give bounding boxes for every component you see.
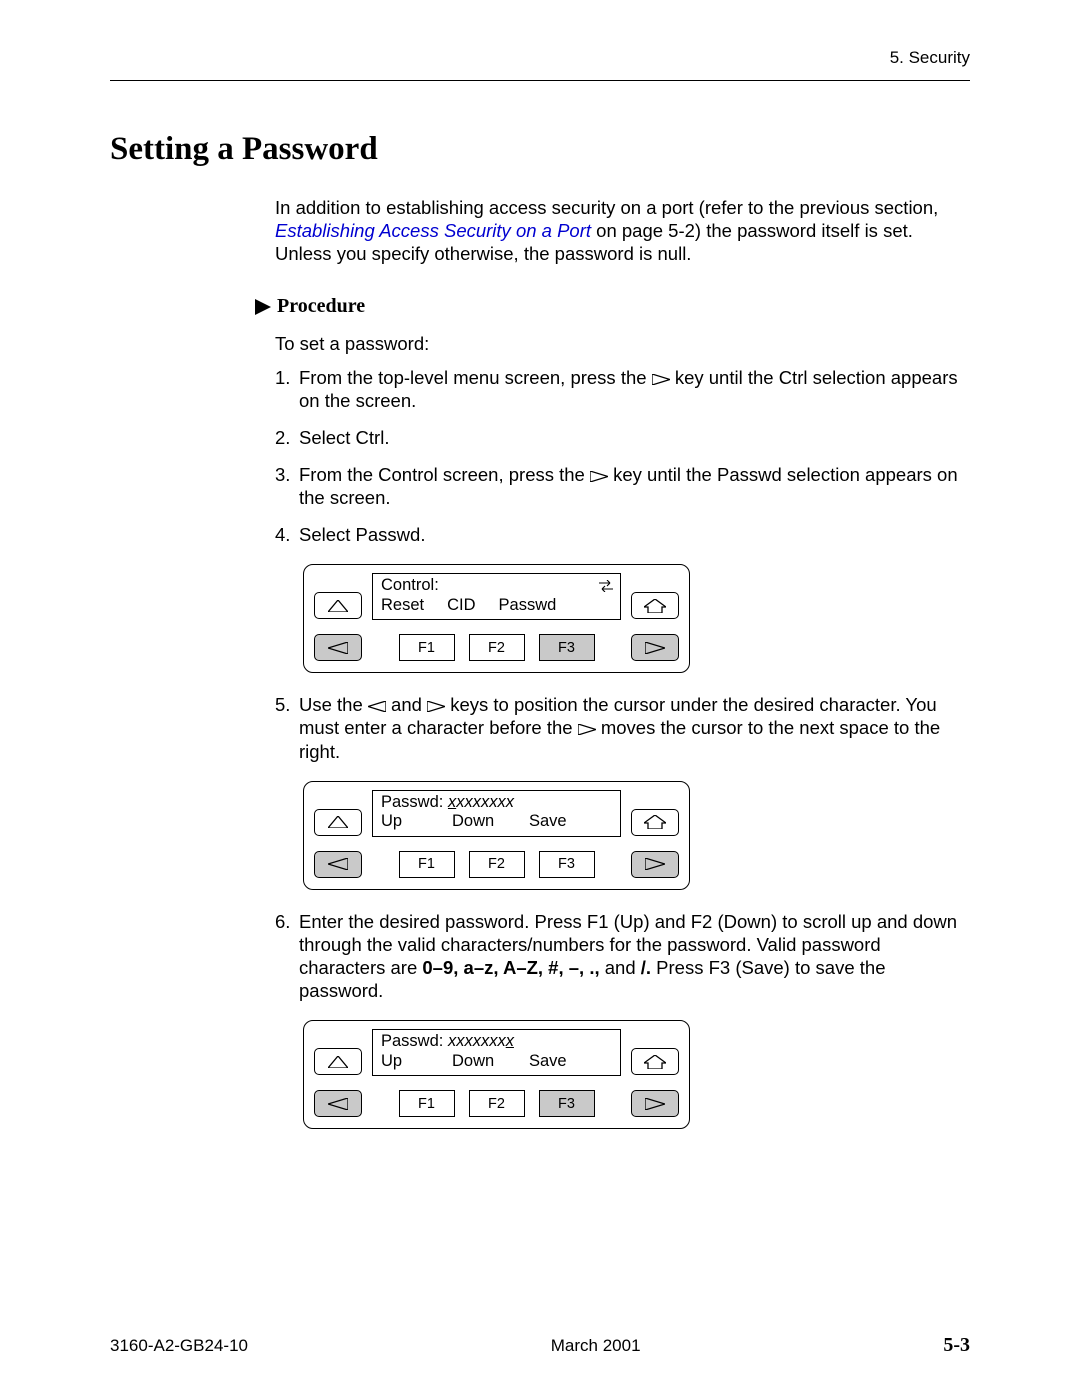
f2-key[interactable]: F2 [469, 634, 525, 661]
home-button[interactable] [631, 1048, 679, 1075]
right-key-icon [652, 374, 670, 385]
f3-key[interactable]: F3 [539, 851, 595, 878]
page-title: Setting a Password [110, 131, 970, 168]
page: 5. Security Setting a Password In additi… [0, 0, 1080, 1397]
triangle-right-icon [255, 299, 271, 315]
footer-page: 5-3 [943, 1334, 970, 1357]
step-4: Select Passwd. [275, 523, 970, 546]
steps-list-cont: Use the and keys to position the cursor … [275, 693, 970, 762]
lcd-screen: Passwd: xxxxxxxx Up Down Save [372, 1029, 621, 1076]
up-button[interactable] [314, 592, 362, 619]
intro-paragraph: In addition to establishing access secur… [275, 196, 970, 265]
lcd-screen: Control: Reset CID Passwd [372, 573, 621, 620]
right-button[interactable] [631, 851, 679, 878]
header-section: 5. Security [110, 48, 970, 80]
menu-item: Down [452, 1052, 506, 1072]
cursor-char: x [506, 1032, 514, 1050]
left-button[interactable] [314, 851, 362, 878]
f3-key[interactable]: F3 [539, 1090, 595, 1117]
f3-key[interactable]: F3 [539, 634, 595, 661]
step-1: From the top-level menu screen, press th… [275, 366, 970, 412]
menu-item: Save [529, 1052, 567, 1072]
screen-line-1: Passwd: xxxxxxxx [381, 793, 612, 813]
intro-link[interactable]: Establishing Access Security on a Port [275, 220, 591, 241]
menu-item: Passwd [499, 596, 557, 616]
right-key-icon [427, 701, 445, 712]
menu-item: Up [381, 812, 429, 832]
f2-key[interactable]: F2 [469, 851, 525, 878]
device-panel-3: Passwd: xxxxxxxx Up Down Save F [303, 1020, 690, 1129]
step-2: Select Ctrl. [275, 426, 970, 449]
menu-item: Save [529, 812, 567, 832]
procedure-label: Procedure [277, 295, 365, 318]
left-button[interactable] [314, 1090, 362, 1117]
device-panel-1: Control: Reset CID Passwd F1 F2 [303, 564, 690, 673]
menu-item: Up [381, 1052, 429, 1072]
home-button[interactable] [631, 592, 679, 619]
right-key-icon [578, 724, 596, 735]
f1-key[interactable]: F1 [399, 851, 455, 878]
footer-doc-id: 3160-A2-GB24-10 [110, 1336, 248, 1356]
left-button[interactable] [314, 634, 362, 661]
device-panel-2: Passwd: xxxxxxxx Up Down Save F [303, 781, 690, 890]
left-key-icon [368, 701, 386, 712]
cursor-char: x [448, 793, 456, 811]
right-button[interactable] [631, 1090, 679, 1117]
f1-key[interactable]: F1 [399, 634, 455, 661]
screen-menu: Up Down Save [381, 1052, 612, 1072]
right-key-icon [590, 471, 608, 482]
step-6: Enter the desired password. Press F1 (Up… [275, 910, 970, 1003]
fkey-strip: F1 F2 F3 [372, 634, 621, 662]
step-5: Use the and keys to position the cursor … [275, 693, 970, 762]
menu-item: Reset [381, 596, 424, 616]
footer-date: March 2001 [551, 1336, 641, 1356]
lead-in: To set a password: [275, 332, 970, 355]
footer: 3160-A2-GB24-10 March 2001 5-3 [110, 1334, 970, 1357]
steps-list: From the top-level menu screen, press th… [275, 366, 970, 547]
up-button[interactable] [314, 809, 362, 836]
f1-key[interactable]: F1 [399, 1090, 455, 1117]
screen-menu: Up Down Save [381, 812, 612, 832]
screen-menu: Reset CID Passwd [381, 596, 612, 616]
up-button[interactable] [314, 1048, 362, 1075]
menu-item: Down [452, 812, 506, 832]
step-3: From the Control screen, press the key u… [275, 463, 970, 509]
steps-list-cont2: Enter the desired password. Press F1 (Up… [275, 910, 970, 1003]
fkey-strip: F1 F2 F3 [372, 851, 621, 879]
header-rule [110, 80, 970, 81]
home-button[interactable] [631, 809, 679, 836]
right-button[interactable] [631, 634, 679, 661]
intro-pre: In addition to establishing access secur… [275, 197, 938, 218]
fkey-strip: F1 F2 F3 [372, 1090, 621, 1118]
screen-line-1: Passwd: xxxxxxxx [381, 1032, 612, 1052]
scroll-icon [598, 578, 614, 598]
procedure-heading: Procedure [255, 295, 970, 318]
menu-item: CID [447, 596, 475, 616]
screen-line-1: Control: [381, 576, 612, 596]
f2-key[interactable]: F2 [469, 1090, 525, 1117]
lcd-screen: Passwd: xxxxxxxx Up Down Save [372, 790, 621, 837]
